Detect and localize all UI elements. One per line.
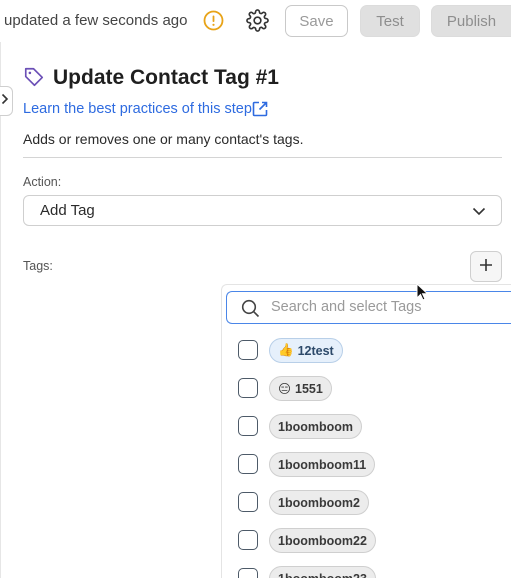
expressionless-face-emoji: 😑 — [278, 382, 292, 396]
tag-option[interactable]: 1boomboom2 — [222, 490, 511, 530]
tags-label: Tags: — [23, 259, 53, 273]
tag-chip: 1boomboom22 — [269, 528, 376, 553]
action-select-value: Add Tag — [40, 202, 95, 219]
chevron-right-icon — [1, 92, 9, 110]
tag-label: 1boomboom22 — [278, 533, 367, 548]
top-bar: updated a few seconds ago Save Test Publ… — [0, 0, 511, 42]
divider — [23, 157, 502, 158]
publish-button[interactable]: Publish — [431, 5, 511, 37]
tag-option[interactable]: 😑 1551 — [222, 376, 511, 416]
action-select[interactable] — [23, 195, 502, 226]
tag-checkbox[interactable] — [238, 530, 258, 550]
action-label: Action: — [23, 175, 62, 189]
tag-search-input[interactable] — [271, 299, 511, 315]
learn-best-practices-link[interactable]: Learn the best practices of this step — [23, 101, 252, 117]
page-title: Update Contact Tag #1 — [53, 66, 279, 89]
tag-option[interactable]: 1boomboom — [222, 414, 511, 454]
tag-search-box[interactable] — [226, 291, 511, 324]
tag-checkbox[interactable] — [238, 492, 258, 512]
tag-option[interactable]: 1boomboom11 — [222, 452, 511, 492]
tag-option[interactable]: 1boomboom22 — [222, 528, 511, 568]
tag-label: 1boomboom11 — [278, 457, 367, 472]
add-tag-button[interactable] — [470, 251, 502, 282]
tag-chip: 1boomboom2 — [269, 490, 369, 515]
tag-label: 1boomboom — [278, 419, 353, 434]
step-description: Adds or removes one or many contact's ta… — [23, 131, 304, 147]
tag-checkbox[interactable] — [238, 416, 258, 436]
tags-dropdown: 👍12test 😑1551 1boomboom 1boomboom11 1boo… — [221, 284, 511, 578]
tag-chip: 1boomboom23 — [269, 566, 376, 578]
tag-checkbox[interactable] — [238, 568, 258, 578]
tag-label: 1551 — [295, 381, 323, 396]
tag-option[interactable]: 1boomboom23 — [222, 566, 511, 578]
collapse-panel-button[interactable] — [0, 86, 13, 116]
chevron-down-icon[interactable] — [471, 203, 487, 219]
mouse-pointer-icon — [416, 282, 430, 303]
plus-icon — [479, 258, 493, 275]
tag-chip: 1boomboom11 — [269, 452, 376, 477]
tag-chip: 😑 1551 — [269, 376, 332, 401]
tag-checkbox[interactable] — [238, 340, 258, 360]
tag-label: 12test — [297, 343, 334, 358]
gear-icon[interactable] — [246, 9, 269, 32]
thumbs-up-emoji: 👍 — [278, 343, 294, 357]
save-status-text: updated a few seconds ago — [4, 12, 188, 29]
tag-chip: 👍 12test — [269, 338, 343, 363]
panel-divider — [0, 42, 1, 578]
tag-checkbox[interactable] — [238, 454, 258, 474]
warning-icon[interactable] — [203, 10, 224, 31]
test-button[interactable]: Test — [360, 5, 420, 37]
tag-icon — [23, 66, 45, 88]
tag-label: 1boomboom2 — [278, 495, 360, 510]
tag-checkbox[interactable] — [238, 378, 258, 398]
external-link-icon[interactable] — [251, 100, 269, 118]
tag-option[interactable]: 👍 12test — [222, 338, 511, 378]
save-button[interactable]: Save — [285, 5, 348, 37]
tag-label: 1boomboom23 — [278, 572, 367, 578]
search-icon — [241, 299, 260, 318]
tag-chip: 1boomboom — [269, 414, 362, 439]
